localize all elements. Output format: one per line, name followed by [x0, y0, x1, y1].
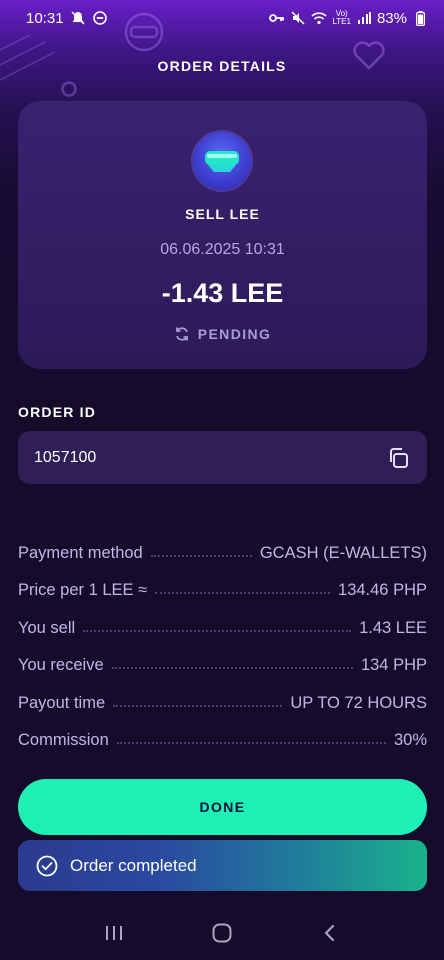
check-circle-icon: [36, 855, 58, 876]
order-details-list: Payment method GCASH (E-WALLETS) Price p…: [18, 525, 427, 750]
detail-label: Price per 1 LEE ≈: [18, 581, 148, 599]
detail-value: 134.46 PHP: [338, 581, 427, 599]
detail-row-you-sell: You sell 1.43 LEE: [18, 600, 427, 638]
detail-value: 1.43 LEE: [359, 618, 427, 637]
transaction-amount: -1.43 LEE: [161, 278, 284, 308]
home-icon[interactable]: [202, 913, 242, 953]
detail-value: 134 PHP: [360, 656, 427, 674]
wifi-icon: [311, 10, 327, 26]
back-icon[interactable]: [310, 913, 350, 953]
detail-row-price: Price per 1 LEE ≈ 134.46 PHP: [18, 563, 427, 601]
battery-icon: [412, 10, 428, 26]
detail-value: UP TO 72 HOURS: [290, 693, 427, 712]
dnd-icon: [92, 10, 108, 26]
key-icon: [269, 10, 285, 26]
status-badge: PENDING: [18, 326, 427, 342]
detail-row-payout-time: Payout time UP TO 72 HOURS: [18, 675, 427, 713]
dotted-leader: [83, 629, 352, 632]
page-title: ORDER DETAILS: [157, 58, 287, 74]
mute-icon: [290, 10, 306, 26]
order-id-value: 1057100: [34, 448, 97, 466]
detail-row-commission: Commission 30%: [18, 713, 427, 751]
detail-value: GCASH (E-WALLETS): [259, 543, 427, 562]
detail-label: You sell: [18, 618, 76, 637]
signal-icon: [356, 10, 372, 26]
copy-icon[interactable]: [385, 445, 411, 471]
detail-label: Payout time: [18, 693, 106, 712]
refresh-icon: [175, 327, 188, 341]
status-bar: 10:31 Vo) LTE1 83%: [0, 0, 444, 36]
notification-icon: [70, 10, 86, 26]
order-id-field: 1057100: [18, 431, 427, 484]
toast-text: Order completed: [70, 855, 197, 875]
order-id-label: ORDER ID: [18, 404, 97, 420]
recent-apps-icon[interactable]: [94, 913, 134, 953]
dotted-leader: [111, 667, 353, 669]
detail-label: Payment method: [18, 543, 143, 562]
dotted-leader: [150, 554, 252, 557]
order-summary-card: SELL LEE 06.06.2025 10:31 -1.43 LEE PEND…: [18, 101, 427, 369]
dotted-leader: [116, 742, 386, 744]
dotted-leader: [113, 704, 283, 707]
detail-label: Commission: [18, 731, 109, 749]
volte-icon: Vo) LTE1: [332, 9, 351, 26]
transaction-title: SELL LEE: [185, 206, 260, 222]
dotted-leader: [155, 592, 331, 594]
detail-row-you-receive: You receive 134 PHP: [18, 638, 427, 676]
order-completed-toast: Order completed: [18, 840, 427, 891]
transaction-date: 06.06.2025 10:31: [160, 241, 285, 258]
goggles-icon: [193, 132, 251, 190]
system-navigation-bar: [0, 905, 444, 960]
status-text: PENDING: [197, 326, 272, 342]
detail-row-payment-method: Payment method GCASH (E-WALLETS): [18, 525, 427, 563]
status-time: 10:31: [26, 9, 64, 27]
detail-label: You receive: [18, 656, 104, 674]
battery-percent: 83%: [376, 9, 407, 27]
done-button[interactable]: DONE: [18, 779, 427, 835]
detail-value: 30%: [393, 731, 427, 749]
